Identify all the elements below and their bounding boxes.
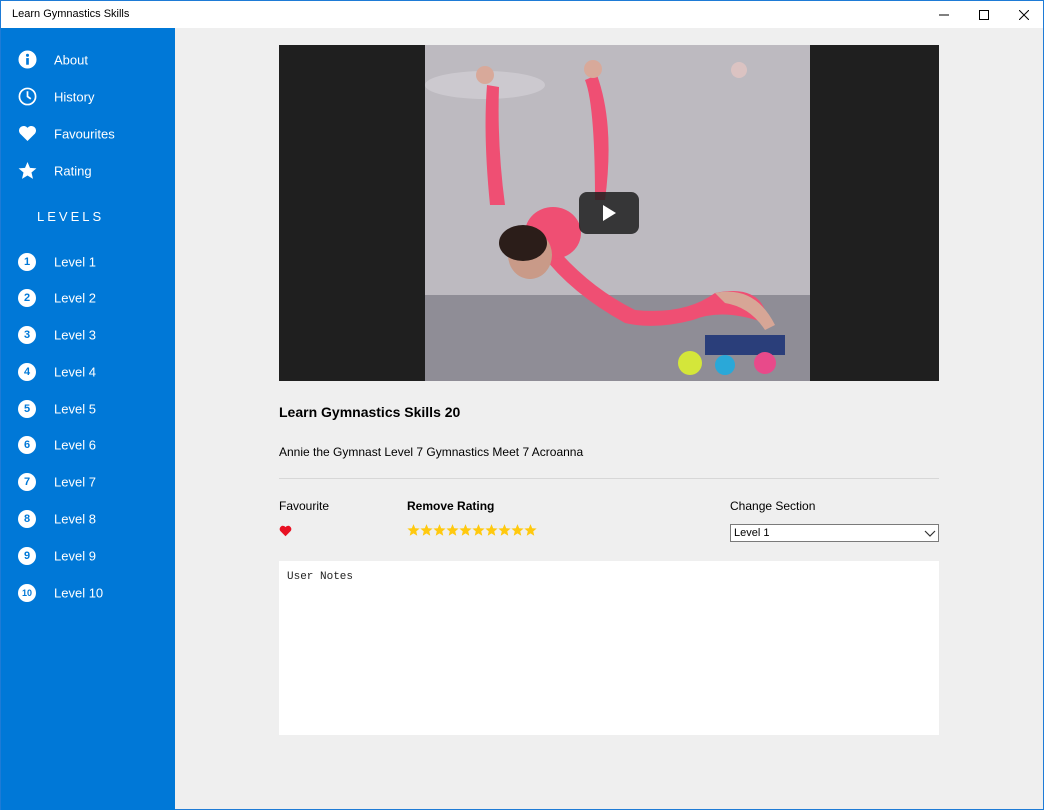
level-number: 3 [18, 325, 36, 344]
section-select-value: Level 1 [734, 527, 770, 539]
level-number: 10 [18, 583, 36, 602]
sidebar-item-label: Level 6 [54, 437, 96, 452]
clock-icon [17, 87, 37, 107]
star-icon[interactable] [524, 523, 537, 537]
sidebar-item-label: Level 8 [54, 511, 96, 526]
sidebar-item-level-4[interactable]: 4 Level 4 [1, 353, 175, 390]
info-icon [17, 50, 37, 70]
user-notes-input[interactable] [279, 561, 939, 735]
change-section-label: Change Section [730, 499, 816, 513]
number-8-icon: 8 [17, 509, 37, 529]
sidebar-item-level-8[interactable]: 8 Level 8 [1, 500, 175, 537]
close-icon [1019, 9, 1029, 20]
title-bar: Learn Gymnastics Skills [1, 1, 1043, 28]
sidebar-item-level-3[interactable]: 3 Level 3 [1, 316, 175, 353]
play-button[interactable] [579, 192, 639, 234]
sidebar-item-rating[interactable]: Rating [1, 152, 175, 189]
video-thumbnail [425, 45, 810, 381]
video-description: Annie the Gymnast Level 7 Gymnastics Mee… [279, 445, 584, 459]
number-7-icon: 7 [17, 472, 37, 492]
level-number: 9 [18, 546, 36, 565]
section-select[interactable]: Level 1 [730, 524, 939, 542]
sidebar-item-label: Level 10 [54, 585, 104, 600]
heart-icon [17, 124, 37, 144]
sidebar-item-label: Level 5 [54, 401, 96, 416]
app-window: Learn Gymnastics Skills About History Fa… [0, 0, 1044, 810]
level-number: 7 [18, 472, 36, 491]
sidebar-item-level-1[interactable]: 1 Level 1 [1, 243, 175, 280]
level-number: 1 [18, 252, 36, 271]
number-6-icon: 6 [17, 435, 37, 455]
level-number: 6 [18, 435, 36, 454]
star-icon[interactable] [459, 523, 472, 537]
minimize-icon [939, 14, 949, 15]
number-1-icon: 1 [17, 252, 37, 272]
sidebar-item-about[interactable]: About [1, 41, 175, 78]
star-icon[interactable] [433, 523, 446, 537]
star-icon[interactable] [420, 523, 433, 537]
rating-stars [407, 523, 537, 537]
sidebar-item-label: Level 9 [54, 548, 96, 563]
number-5-icon: 5 [17, 399, 37, 419]
star-icon[interactable] [511, 523, 524, 537]
sidebar-item-favourites[interactable]: Favourites [1, 115, 175, 152]
sidebar-item-label: Level 1 [54, 254, 96, 269]
sidebar-item-level-5[interactable]: 5 Level 5 [1, 390, 175, 427]
favourite-label: Favourite [279, 499, 330, 513]
sidebar-item-label: Level 2 [54, 290, 96, 305]
sidebar-item-label: Level 7 [54, 474, 96, 489]
sidebar-item-label: Level 4 [54, 364, 96, 379]
maximize-icon [979, 9, 989, 20]
star-icon[interactable] [407, 523, 420, 537]
sidebar-item-label: History [54, 89, 95, 104]
sidebar-item-level-2[interactable]: 2 Level 2 [1, 279, 175, 316]
level-number: 8 [18, 509, 36, 528]
levels-header: LEVELS [37, 209, 105, 224]
heart-icon [279, 525, 292, 537]
chevron-down-icon [924, 530, 936, 537]
divider [279, 478, 939, 479]
level-number: 2 [18, 288, 36, 307]
sidebar-item-level-10[interactable]: 10 Level 10 [1, 574, 175, 611]
window-title: Learn Gymnastics Skills [12, 8, 130, 20]
star-icon[interactable] [472, 523, 485, 537]
sidebar-item-history[interactable]: History [1, 78, 175, 115]
remove-rating-button[interactable]: Remove Rating [407, 499, 494, 513]
star-icon[interactable] [485, 523, 498, 537]
level-number: 5 [18, 399, 36, 418]
sidebar-item-level-9[interactable]: 9 Level 9 [1, 537, 175, 574]
number-2-icon: 2 [17, 288, 37, 308]
sidebar-item-label: Rating [54, 163, 92, 178]
sidebar: About History Favourites Rating LEVELS 1… [1, 28, 175, 810]
main-content: Learn Gymnastics Skills 20 Annie the Gym… [175, 28, 1043, 810]
number-10-icon: 10 [17, 583, 37, 603]
sidebar-item-label: About [54, 52, 88, 67]
video-title: Learn Gymnastics Skills 20 [279, 404, 461, 420]
favourite-toggle[interactable] [279, 524, 292, 542]
sidebar-item-label: Level 3 [54, 327, 96, 342]
sidebar-item-level-6[interactable]: 6 Level 6 [1, 426, 175, 463]
video-player[interactable] [279, 45, 939, 381]
sidebar-item-label: Favourites [54, 126, 115, 141]
star-icon[interactable] [446, 523, 459, 537]
close-button[interactable] [1001, 1, 1044, 28]
star-icon[interactable] [498, 523, 511, 537]
level-number: 4 [18, 362, 36, 381]
sidebar-item-level-7[interactable]: 7 Level 7 [1, 463, 175, 500]
star-icon [17, 161, 37, 181]
number-9-icon: 9 [17, 546, 37, 566]
number-3-icon: 3 [17, 325, 37, 345]
play-icon [603, 205, 616, 221]
number-4-icon: 4 [17, 362, 37, 382]
